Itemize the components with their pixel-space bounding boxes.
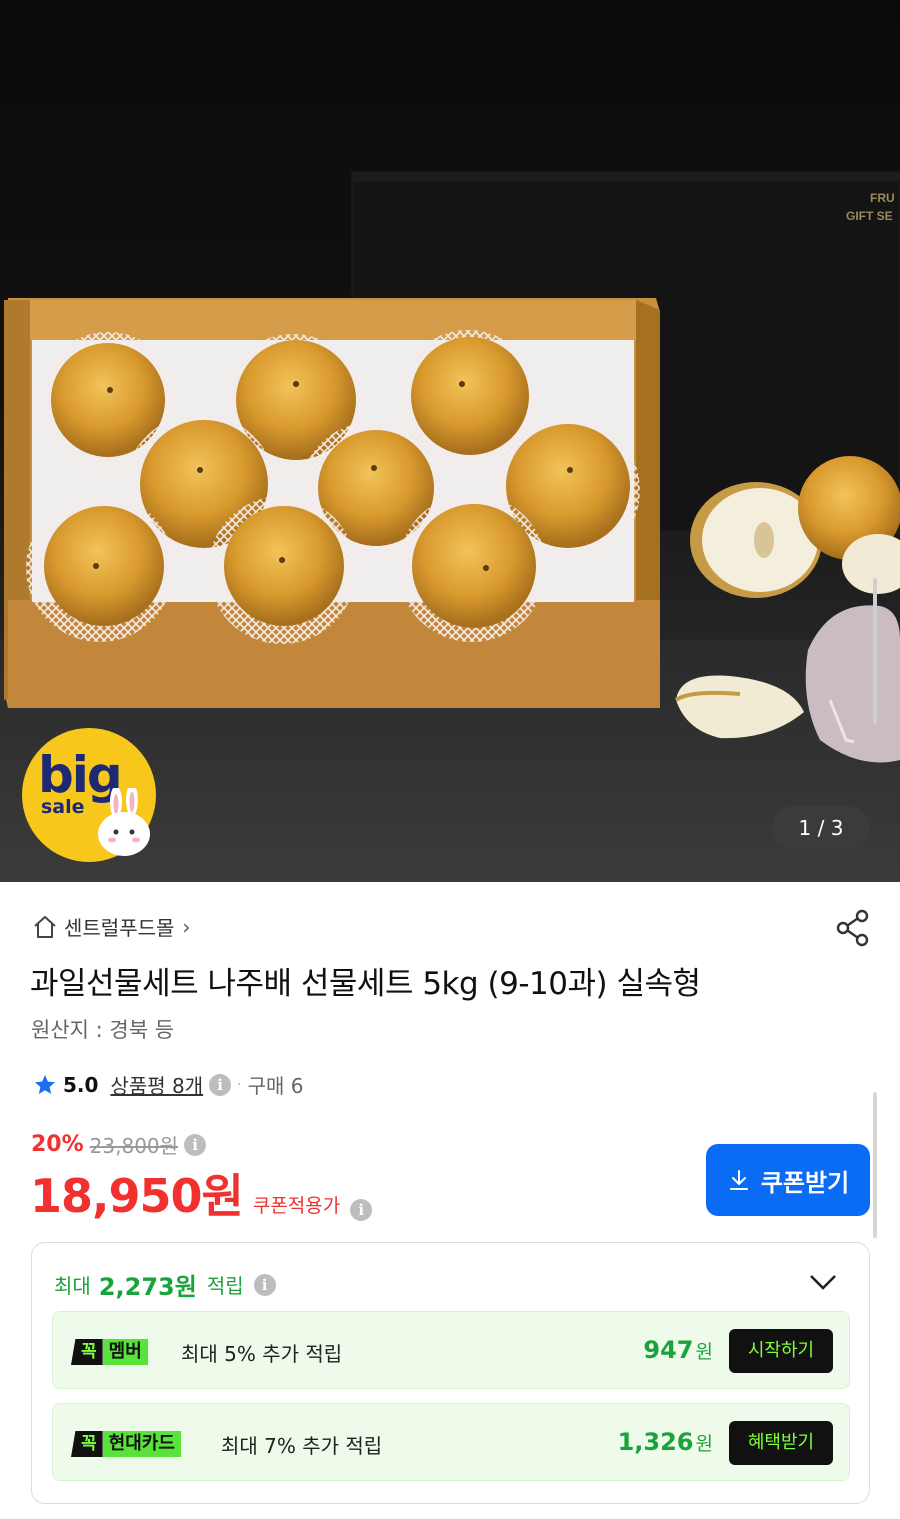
separator-dot: · — [237, 1076, 242, 1093]
reward-earn-label: 적립 — [206, 1274, 244, 1298]
badge-k: 꼭 — [71, 1431, 103, 1457]
product-origin: 원산지 : 경북 등 — [31, 1018, 175, 1042]
coupon-button-label: 쿠폰받기 — [760, 1168, 850, 1197]
reward-max-label: 최대 — [54, 1274, 91, 1298]
reward-desc: 최대 5% 추가 적립 — [181, 1342, 343, 1366]
chevron-down-icon[interactable] — [808, 1271, 838, 1293]
product-title: 과일선물세트 나주배 선물세트 5kg (9-10과) 실속형 — [30, 966, 701, 1002]
image-pager: 1 / 3 — [772, 806, 870, 850]
download-icon — [729, 1170, 748, 1190]
store-link[interactable]: 센트럴푸드몰 › — [32, 912, 190, 941]
store-name: 센트럴푸드몰 — [64, 916, 175, 940]
home-icon — [34, 915, 56, 938]
start-button[interactable]: 시작하기 — [729, 1329, 833, 1373]
member-badge: 꼭 멤버 — [71, 1339, 148, 1365]
reward-points-unit: 원 — [695, 1433, 713, 1455]
info-icon[interactable]: i — [253, 1273, 276, 1296]
card-badge: 꼭 현대카드 — [71, 1431, 181, 1457]
bunny-mascot-icon — [98, 788, 150, 856]
box-label-1: FRU — [870, 191, 895, 205]
price-row: 18,950원 쿠폰적용가 i — [30, 1160, 373, 1226]
box-label-2: GIFT SE — [846, 209, 893, 223]
info-icon[interactable]: i — [209, 1073, 232, 1096]
reward-desc: 최대 7% 추가 적립 — [221, 1434, 383, 1458]
badge-sale-text: sale — [41, 796, 85, 818]
sale-price: 18,950원 — [30, 1169, 244, 1223]
discount-row: 20% 23,800원 i — [31, 1130, 207, 1159]
rating-value: 5.0 — [63, 1072, 99, 1097]
coupon-price-label: 쿠폰적용가 — [252, 1195, 341, 1217]
purchase-count: 구매 6 — [247, 1074, 304, 1098]
product-image[interactable]: FRU GIFT SE big sale 1 / 3 — [0, 0, 900, 882]
discount-rate: 20% — [31, 1132, 84, 1157]
chevron-right-icon: › — [182, 914, 191, 939]
reward-points: 947 원 — [643, 1336, 713, 1364]
reward-points-unit: 원 — [695, 1341, 713, 1363]
info-icon[interactable]: i — [350, 1199, 373, 1221]
reward-max-amount: 2,273원 — [98, 1273, 197, 1301]
badge-name: 멤버 — [102, 1339, 148, 1365]
review-count-link[interactable]: 상품평 8개 — [110, 1070, 203, 1099]
reward-item-hyundai-card: 꼭 현대카드 최대 7% 추가 적립 1,326 원 혜택받기 — [52, 1403, 850, 1481]
original-price: 23,800원 — [89, 1134, 179, 1158]
rating-row: 5.0 상품평 8개 i · 구매 6 — [33, 1070, 303, 1099]
coupon-download-button[interactable]: 쿠폰받기 — [706, 1144, 870, 1216]
big-sale-badge: big sale — [22, 728, 156, 862]
reward-points-value: 947 — [643, 1336, 694, 1364]
badge-k: 꼭 — [71, 1339, 103, 1365]
page-scrollbar-thumb[interactable] — [873, 1092, 877, 1238]
reward-points-value: 1,326 — [617, 1428, 694, 1456]
reward-summary[interactable]: 최대 2,273원 적립 i — [54, 1267, 276, 1302]
reward-item-member: 꼭 멤버 최대 5% 추가 적립 947 원 시작하기 — [52, 1311, 850, 1389]
share-icon[interactable] — [834, 908, 872, 948]
info-icon[interactable]: i — [184, 1133, 207, 1156]
star-icon — [35, 1074, 55, 1094]
badge-name: 현대카드 — [102, 1431, 181, 1457]
get-benefit-button[interactable]: 혜택받기 — [729, 1421, 833, 1465]
reward-points: 1,326 원 — [618, 1428, 713, 1456]
reward-panel: 최대 2,273원 적립 i 꼭 멤버 최대 5% 추가 적립 947 원 시작하… — [31, 1242, 870, 1504]
scrollbar-thumb[interactable] — [873, 578, 877, 724]
